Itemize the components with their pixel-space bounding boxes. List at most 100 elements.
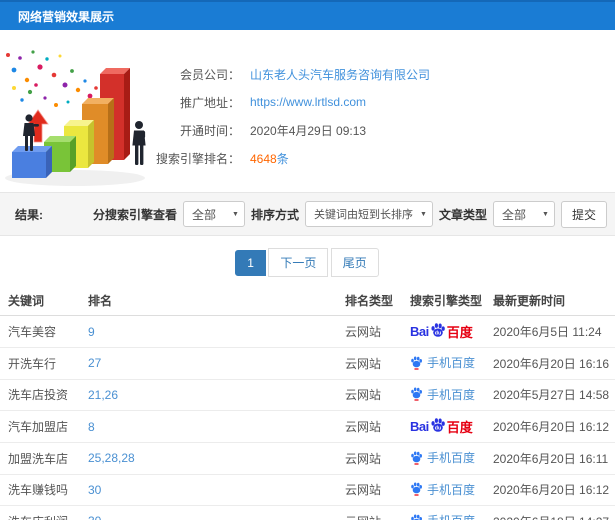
rank-count-label: 搜索引擎排名： xyxy=(155,151,240,166)
company-label: 会员公司： xyxy=(179,67,240,82)
rank-cell: 25,28,28 xyxy=(88,442,345,475)
engine-cell: Bai du 百度 xyxy=(410,442,493,475)
baidu-paw-icon: du xyxy=(431,322,445,337)
next-page-button[interactable]: 下一页 xyxy=(268,248,329,277)
keyword-cell: 汽车加盟店 xyxy=(0,410,88,443)
baidu-logo: Bai du 百度 xyxy=(410,417,473,436)
chevron-down-icon: ▼ xyxy=(420,211,427,218)
result-label: 结果: xyxy=(15,207,43,222)
rank-link[interactable]: 21,26 xyxy=(88,388,118,402)
mobile-baidu-paw-icon xyxy=(411,450,422,465)
table-row: 洗车赚钱吗 30 云网站 Bai du 百度 xyxy=(0,474,615,506)
rank-type-cell: 云网站 xyxy=(345,410,410,443)
table-header-row: 关键词 排名 排名类型 搜索引擎类型 最新更新时间 xyxy=(0,287,615,316)
table-row: 汽车加盟店 8 云网站 Bai du 百度 2020年6月20日 16:12 xyxy=(0,410,615,443)
pagination: 1 下一页 尾页 xyxy=(0,248,615,277)
rank-cell: 9 xyxy=(88,315,345,348)
mobile-baidu-badge: 手机百度 xyxy=(410,386,475,403)
info-row-rank-count: 搜索引擎排名： 4648条 xyxy=(128,149,430,167)
titlebar: 网络营销效果展示 xyxy=(0,0,615,30)
keyword-ranking-table: 关键词 排名 排名类型 搜索引擎类型 最新更新时间 汽车美容 9 云网站 Bai xyxy=(0,287,615,520)
rank-cell: 21,26 xyxy=(88,379,345,411)
time-cell: 2020年6月20日 16:12 xyxy=(493,474,615,506)
rank-type-cell: 云网站 xyxy=(345,442,410,475)
col-rank-type: 排名类型 xyxy=(345,287,410,316)
engine-cell: Bai du 百度 xyxy=(410,505,493,520)
rank-count-number: 4648 xyxy=(250,151,277,166)
keyword-cell: 洗车店利润 xyxy=(0,505,88,520)
keyword-cell: 洗车店投资 xyxy=(0,379,88,411)
engine-cell: Bai du 百度 xyxy=(410,315,493,348)
sort-select[interactable]: 关键词由短到长排序 ▼ xyxy=(304,201,433,227)
svg-text:du: du xyxy=(434,425,441,431)
keyword-cell: 加盟洗车店 xyxy=(0,442,88,475)
rank-link[interactable]: 30 xyxy=(88,483,101,497)
time-cell: 2020年6月20日 16:12 xyxy=(493,410,615,443)
info-row-company: 会员公司： 山东老人头汽车服务咨询有限公司 xyxy=(128,65,430,83)
rank-link[interactable]: 27 xyxy=(88,356,101,370)
rank-link[interactable]: 9 xyxy=(88,325,95,339)
col-update-time: 最新更新时间 xyxy=(493,287,615,316)
time-cell: 2020年6月20日 16:11 xyxy=(493,442,615,475)
time-cell: 2020年6月5日 11:24 xyxy=(493,315,615,348)
keyword-cell: 汽车美容 xyxy=(0,315,88,348)
table-row: 洗车店投资 21,26 云网站 Bai du 百度 xyxy=(0,379,615,411)
company-link[interactable]: 山东老人头汽车服务咨询有限公司 xyxy=(250,66,430,83)
promo-url-link[interactable]: https://www.lrtlsd.com xyxy=(250,95,366,109)
rank-link[interactable]: 8 xyxy=(88,420,95,434)
rank-cell: 30 xyxy=(88,474,345,506)
time-cell: 2020年6月18日 14:27 xyxy=(493,505,615,520)
filter-bar: 结果: 分搜索引擎查看 全部 ▼ 排序方式 关键词由短到长排序 ▼ 文章类型 全… xyxy=(0,192,615,236)
table-row: 加盟洗车店 25,28,28 云网站 Bai du 百度 xyxy=(0,442,615,475)
last-page-button[interactable]: 尾页 xyxy=(330,248,379,277)
col-engine-type: 搜索引擎类型 xyxy=(410,287,493,316)
article-type-select[interactable]: 全部 ▼ xyxy=(492,201,555,227)
time-cell: 2020年6月20日 16:16 xyxy=(493,347,615,380)
mobile-baidu-badge: 手机百度 xyxy=(410,449,475,466)
chevron-down-icon: ▼ xyxy=(542,211,549,218)
mobile-baidu-paw-icon xyxy=(411,387,422,401)
mobile-baidu-badge: 手机百度 xyxy=(410,354,475,371)
col-keyword: 关键词 xyxy=(0,287,88,316)
promo-url-label: 推广地址： xyxy=(179,95,240,110)
baidu-paw-icon: du xyxy=(431,417,445,432)
engine-cell: Bai du 百度 xyxy=(410,410,493,443)
rank-type-cell: 云网站 xyxy=(345,474,410,506)
rank-count-unit: 条 xyxy=(276,151,289,166)
rank-cell: 27 xyxy=(88,347,345,380)
rank-type-cell: 云网站 xyxy=(345,379,410,411)
rank-link[interactable]: 30 xyxy=(88,514,101,520)
rank-cell: 8 xyxy=(88,410,345,443)
svg-text:du: du xyxy=(434,330,441,336)
info-row-open-time: 开通时间： 2020年4月29日 09:13 xyxy=(128,121,430,139)
rank-type-cell: 云网站 xyxy=(345,347,410,380)
col-rank: 排名 xyxy=(88,287,345,316)
engine-filter-select[interactable]: 全部 ▼ xyxy=(182,201,245,227)
mobile-baidu-paw-icon xyxy=(411,513,422,520)
rank-cell: 30 xyxy=(88,505,345,520)
article-type-label: 文章类型 xyxy=(438,207,487,222)
keyword-cell: 洗车赚钱吗 xyxy=(0,474,88,506)
info-row-url: 推广地址： https://www.lrtlsd.com xyxy=(128,93,430,111)
keyword-cell: 开洗车行 xyxy=(0,347,88,380)
mobile-baidu-badge: 手机百度 xyxy=(410,512,475,520)
rank-link[interactable]: 25,28,28 xyxy=(88,451,135,465)
engine-filter-label: 分搜索引擎查看 xyxy=(92,207,177,222)
engine-cell: Bai du 百度 xyxy=(410,347,493,380)
open-time-label: 开通时间： xyxy=(179,123,240,138)
baidu-logo: Bai du 百度 xyxy=(410,322,473,341)
open-time-value: 2020年4月29日 09:13 xyxy=(250,123,367,138)
submit-button[interactable]: 提交 xyxy=(560,200,607,228)
confetti-dots xyxy=(6,50,98,107)
rank-type-cell: 云网站 xyxy=(345,505,410,520)
engine-cell: Bai du 百度 xyxy=(410,379,493,411)
time-cell: 2020年5月27日 14:58 xyxy=(493,379,615,411)
page-title: 网络营销效果展示 xyxy=(18,9,115,24)
table-row: 洗车店利润 30 云网站 Bai du 百度 xyxy=(0,505,615,520)
table-row: 汽车美容 9 云网站 Bai du 百度 2020年6月5日 11:24 xyxy=(0,315,615,348)
mobile-baidu-badge: 手机百度 xyxy=(410,481,475,498)
table-row: 开洗车行 27 云网站 Bai du 百度 xyxy=(0,347,615,380)
chevron-down-icon: ▼ xyxy=(232,211,239,218)
page-1-button[interactable]: 1 xyxy=(235,250,266,276)
rank-type-cell: 云网站 xyxy=(345,315,410,348)
